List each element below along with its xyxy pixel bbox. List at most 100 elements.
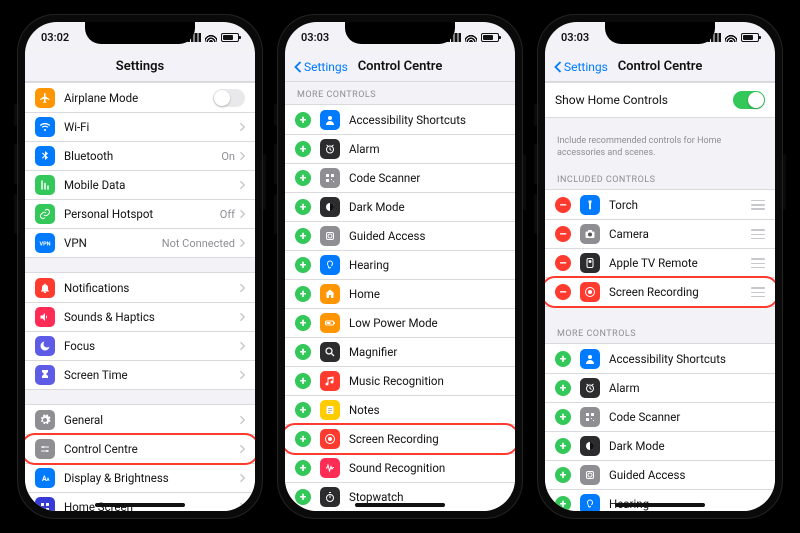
back-button[interactable]: Settings	[553, 60, 608, 74]
add-button[interactable]: +	[295, 315, 311, 331]
drag-handle-icon[interactable]	[751, 258, 765, 268]
cell-label: Sounds & Haptics	[64, 310, 239, 324]
home-indicator[interactable]	[615, 503, 705, 507]
cell-label: Code Scanner	[609, 410, 765, 424]
settings-row-home-screen[interactable]: Home Screen	[25, 492, 255, 511]
included-control-apple-tv-remote[interactable]: –Apple TV Remote	[545, 248, 775, 277]
add-button[interactable]: +	[295, 431, 311, 447]
more-control-screen-recording[interactable]: +Screen Recording	[285, 424, 515, 453]
controlcentre-content[interactable]: Show Home ControlsInclude recommended co…	[545, 82, 775, 511]
included-control-torch[interactable]: –Torch	[545, 190, 775, 219]
more-control-accessibility-shortcuts[interactable]: +Accessibility Shortcuts	[285, 105, 515, 134]
cell-label: Alarm	[609, 381, 765, 395]
add-button[interactable]: +	[295, 199, 311, 215]
add-button[interactable]: +	[295, 286, 311, 302]
settings-row-focus[interactable]: Focus	[25, 331, 255, 360]
show-home-controls-row[interactable]: Show Home Controls	[545, 83, 775, 117]
drag-handle-icon[interactable]	[751, 229, 765, 239]
settings-row-sounds-haptics[interactable]: Sounds & Haptics	[25, 302, 255, 331]
included-control-camera[interactable]: –Camera	[545, 219, 775, 248]
cell-label: Control Centre	[64, 442, 239, 456]
settings-row-notifications[interactable]: Notifications	[25, 273, 255, 302]
add-button[interactable]: +	[555, 496, 571, 511]
more-control-accessibility-shortcuts[interactable]: +Accessibility Shortcuts	[545, 344, 775, 373]
more-control-home[interactable]: +Home	[285, 279, 515, 308]
section-header-more: More Controls	[285, 82, 515, 104]
controlcentre-content[interactable]: More Controls+Accessibility Shortcuts+Al…	[285, 82, 515, 511]
sound-icon	[320, 458, 340, 478]
more-control-hearing[interactable]: +Hearing	[545, 489, 775, 511]
settings-row-wi-fi[interactable]: Wi-Fi	[25, 112, 255, 141]
more-control-alarm[interactable]: + Alarm	[285, 134, 515, 163]
add-button[interactable]: +	[295, 489, 311, 505]
more-control-dark-mode[interactable]: +Dark Mode	[285, 192, 515, 221]
more-control-code-scanner[interactable]: +Code Scanner	[285, 163, 515, 192]
drag-handle-icon[interactable]	[751, 287, 765, 297]
drag-handle-icon[interactable]	[751, 200, 765, 210]
add-button[interactable]: +	[295, 257, 311, 273]
settings-row-control-centre[interactable]: Control Centre	[25, 434, 255, 463]
more-control-notes[interactable]: +Notes	[285, 395, 515, 424]
more-control-alarm[interactable]: + Alarm	[545, 373, 775, 402]
section-header-included: Included Controls	[545, 167, 775, 189]
notch	[605, 22, 715, 44]
settings-row-screen-time[interactable]: Screen Time	[25, 360, 255, 389]
settings-content[interactable]: Airplane Mode Wi-Fi BluetoothOnMobile Data…	[25, 82, 255, 511]
cell-label: VPN	[64, 236, 162, 250]
home-indicator[interactable]	[95, 503, 185, 507]
add-button[interactable]: +	[555, 409, 571, 425]
toggle-airplane mode[interactable]	[213, 89, 245, 107]
add-button[interactable]: +	[295, 170, 311, 186]
record-icon	[320, 429, 340, 449]
more-control-low-power-mode[interactable]: +Low Power Mode	[285, 308, 515, 337]
more-control-hearing[interactable]: +Hearing	[285, 250, 515, 279]
cell-label: Wi-Fi	[64, 120, 239, 134]
more-control-dark-mode[interactable]: +Dark Mode	[545, 431, 775, 460]
home-indicator[interactable]	[355, 503, 445, 507]
remove-button[interactable]: –	[555, 255, 571, 271]
notes-icon	[320, 400, 340, 420]
status-time: 03:03	[301, 31, 329, 44]
remove-button[interactable]: –	[555, 284, 571, 300]
cell-label: Guided Access	[609, 468, 765, 482]
more-control-guided-access[interactable]: + Guided Access	[545, 460, 775, 489]
cell-label: Alarm	[349, 142, 505, 156]
more-control-music-recognition[interactable]: +Music Recognition	[285, 366, 515, 395]
settings-row-mobile-data[interactable]: Mobile Data	[25, 170, 255, 199]
moon-icon	[35, 336, 55, 356]
add-button[interactable]: +	[555, 351, 571, 367]
add-button[interactable]: +	[295, 460, 311, 476]
remove-button[interactable]: –	[555, 226, 571, 242]
settings-row-general[interactable]: General	[25, 405, 255, 434]
add-button[interactable]: +	[295, 373, 311, 389]
battery-icon	[320, 313, 340, 333]
cell-label: General	[64, 413, 239, 427]
settings-row-display-brightness[interactable]: AADisplay & Brightness	[25, 463, 255, 492]
more-control-guided-access[interactable]: +Guided Access	[285, 221, 515, 250]
add-button[interactable]: +	[555, 380, 571, 396]
add-button[interactable]: +	[295, 402, 311, 418]
cell-label: Sound Recognition	[349, 461, 505, 475]
settings-row-airplane-mode[interactable]: Airplane Mode	[25, 83, 255, 112]
add-button[interactable]: +	[555, 438, 571, 454]
included-control-screen-recording[interactable]: –Screen Recording	[545, 277, 775, 306]
settings-row-personal-hotspot[interactable]: Personal HotspotOff	[25, 199, 255, 228]
add-button[interactable]: +	[295, 141, 311, 157]
more-control-sound-recognition[interactable]: + Sound Recognition	[285, 453, 515, 482]
add-button[interactable]: +	[295, 228, 311, 244]
add-button[interactable]: +	[295, 344, 311, 360]
more-control-code-scanner[interactable]: + Code Scanner	[545, 402, 775, 431]
cell-value: Not Connected	[162, 237, 235, 250]
toggle-show-home-controls[interactable]	[733, 91, 765, 109]
wifi-status-icon	[465, 33, 477, 42]
notch	[85, 22, 195, 44]
more-control-magnifier[interactable]: +Magnifier	[285, 337, 515, 366]
add-button[interactable]: +	[555, 467, 571, 483]
status-time: 03:02	[41, 31, 69, 44]
add-button[interactable]: +	[295, 112, 311, 128]
remove-button[interactable]: –	[555, 197, 571, 213]
settings-row-bluetooth[interactable]: BluetoothOn	[25, 141, 255, 170]
back-button[interactable]: Settings	[293, 60, 348, 74]
music-icon	[320, 371, 340, 391]
settings-row-vpn[interactable]: VPNVPNNot Connected	[25, 228, 255, 257]
